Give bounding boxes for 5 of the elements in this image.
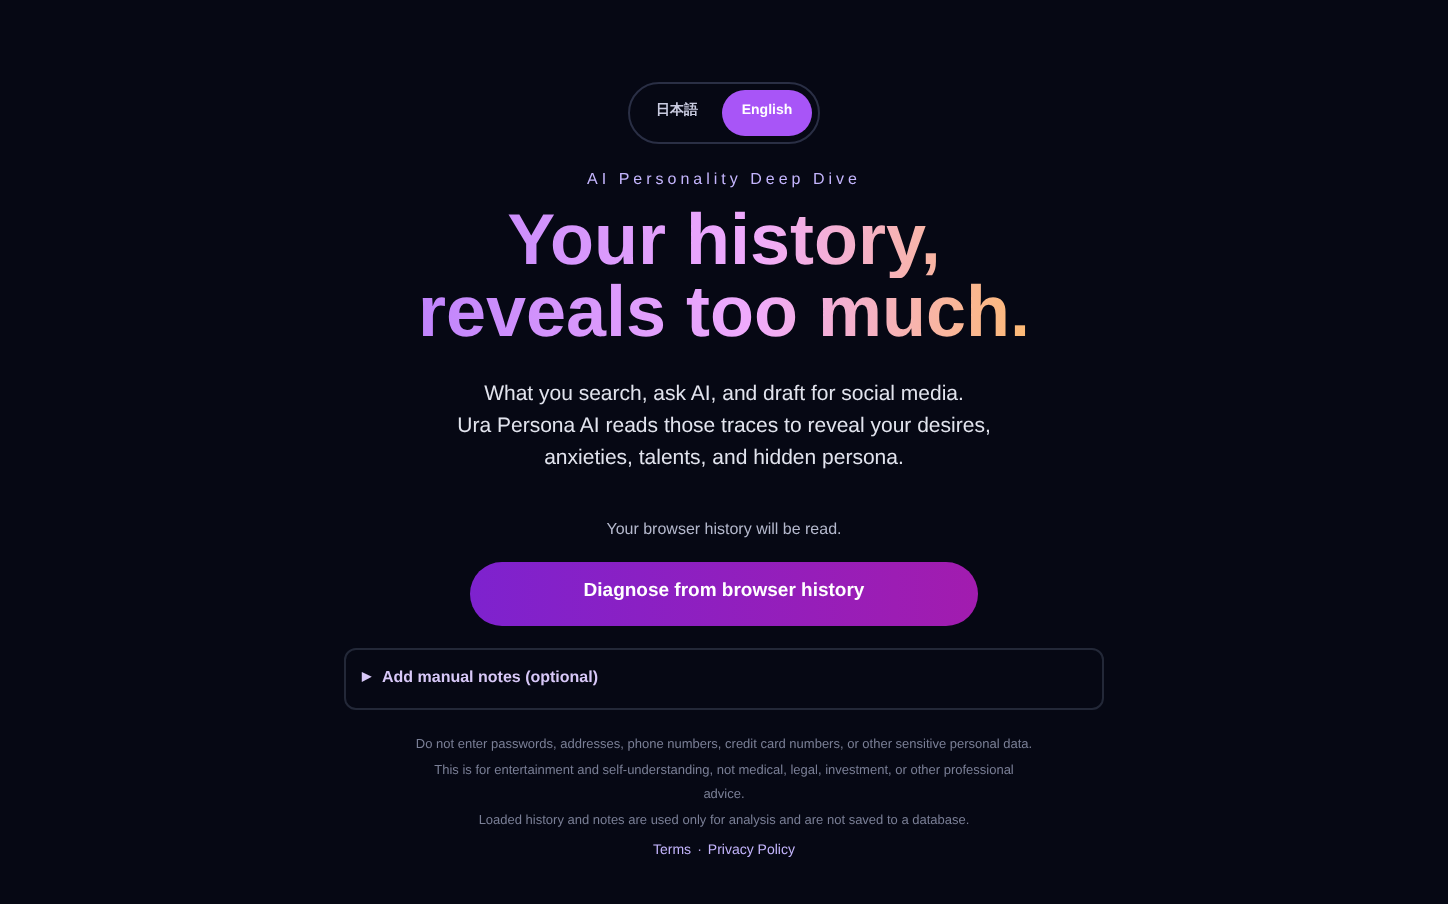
history-note: Your browser history will be read. (606, 517, 842, 541)
description-text: Ura Persona AI reads those traces to reveal your desires, anxieties, talents, and hidden persona. (455, 411, 993, 473)
diagnose-button[interactable]: Diagnose from browser history (470, 561, 978, 625)
description-text: What you search, ask AI, and draft for social media. (482, 379, 966, 409)
tagline: AI Personality Deep Dive (587, 167, 861, 191)
